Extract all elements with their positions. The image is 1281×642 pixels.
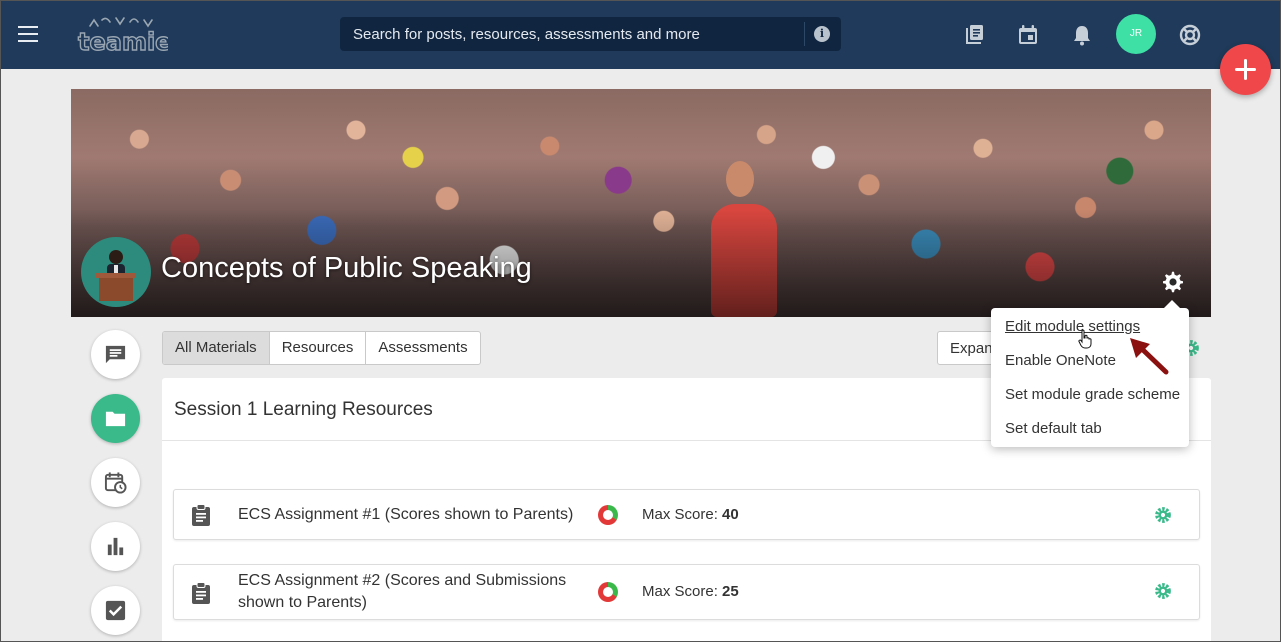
max-score-value: 40 [722,506,739,523]
max-score: Max Score: 25 [642,583,739,600]
tab-resources[interactable]: Resources [270,332,367,364]
info-icon[interactable]: i [814,26,830,42]
banner-photo-detail [726,161,754,197]
chat-icon [105,345,126,364]
assignment-icon [192,582,210,604]
gear-icon[interactable] [1154,582,1172,600]
max-score: Max Score: 40 [642,506,739,523]
menu-item-set-grade-scheme[interactable]: Set module grade scheme [1005,386,1180,403]
materials-button[interactable] [91,394,140,443]
hand-cursor-icon [1078,329,1092,349]
tab-assessments[interactable]: Assessments [366,332,479,364]
list-item[interactable]: ECS Assignment #2 (Scores and Submission… [173,564,1200,620]
submission-status-icon [598,505,618,525]
bell-icon[interactable] [1070,23,1094,47]
assignment-icon [192,504,210,526]
calendar-clock-icon [104,472,127,494]
max-score-label: Max Score: [642,506,718,523]
gear-icon[interactable] [1154,506,1172,524]
menu-item-edit-module-settings[interactable]: Edit module settings [1005,318,1140,335]
search-divider [804,22,805,46]
expand-button[interactable]: Expand [937,331,999,365]
assignment-title[interactable]: ECS Assignment #2 (Scores and Submission… [238,570,598,614]
analytics-button[interactable] [91,522,140,571]
gear-icon[interactable] [1161,270,1185,294]
module-banner: Concepts of Public Speaking [71,89,1211,317]
teamie-logo[interactable]: teamie [76,14,168,54]
notebook-icon[interactable] [962,23,986,47]
annotation-arrow-icon [1130,338,1169,375]
max-score-label: Max Score: [642,583,718,600]
list-item[interactable]: ECS Assignment #1 (Scores shown to Paren… [173,489,1200,540]
section-title: Session 1 Learning Resources [174,399,433,420]
checkbox-icon [105,600,126,621]
assignment-title[interactable]: ECS Assignment #1 (Scores shown to Paren… [238,504,598,526]
max-score-value: 25 [722,583,739,600]
folder-icon [105,411,126,427]
menu-item-enable-onenote[interactable]: Enable OneNote [1005,352,1116,369]
planner-button[interactable] [91,458,140,507]
create-button[interactable] [1220,44,1271,95]
top-bar: teamie Search for posts, resources, asse… [0,0,1281,69]
search-input[interactable]: Search for posts, resources, assessments… [340,17,841,51]
tab-all-materials[interactable]: All Materials [163,332,270,364]
menu-icon[interactable] [18,26,38,42]
module-title: Concepts of Public Speaking [161,252,532,284]
submission-status-icon [598,582,618,602]
calendar-icon[interactable] [1016,23,1040,47]
bar-chart-icon [107,537,124,556]
material-filter-tabs: All Materials Resources Assessments [162,331,481,365]
svg-text:teamie: teamie [78,28,168,54]
avatar[interactable]: JR [1116,14,1156,54]
help-icon[interactable] [1178,23,1202,47]
discussion-button[interactable] [91,330,140,379]
tasks-button[interactable] [91,586,140,635]
search-placeholder: Search for posts, resources, assessments… [353,26,700,43]
menu-item-set-default-tab[interactable]: Set default tab [1005,420,1102,437]
module-thumbnail [81,237,151,307]
